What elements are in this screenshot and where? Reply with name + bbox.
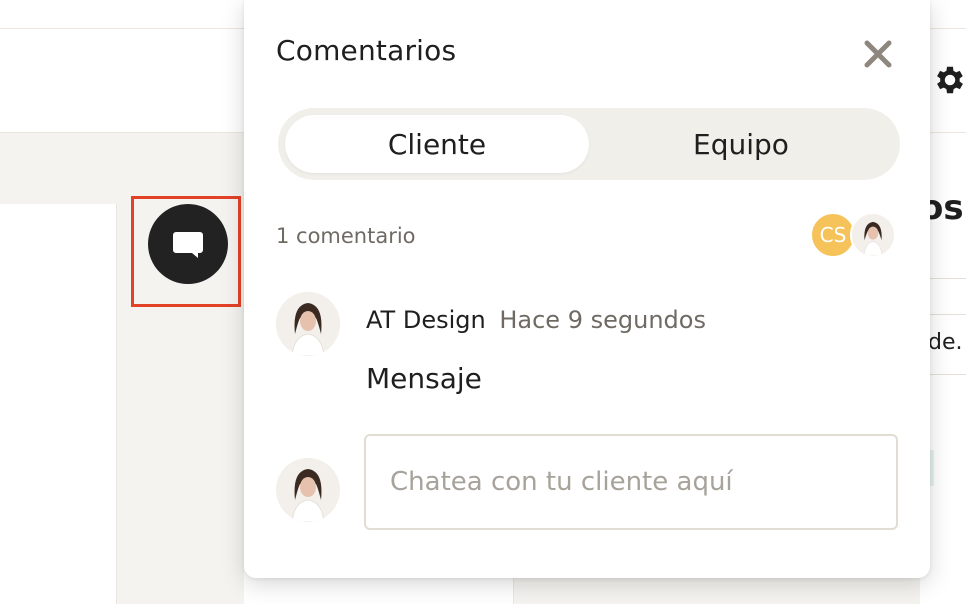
close-button[interactable] bbox=[858, 34, 898, 74]
participants-avatars[interactable]: CS bbox=[810, 212, 900, 260]
tab-equipo[interactable]: Equipo bbox=[589, 115, 893, 173]
comment-author: AT Design bbox=[366, 306, 486, 334]
comment-count: 1 comentario bbox=[276, 224, 416, 248]
popover-title: Comentarios bbox=[276, 34, 457, 67]
user-photo-avatar-icon bbox=[276, 292, 340, 356]
comment-audience-tabs: Cliente Equipo bbox=[278, 108, 900, 180]
comments-popover: Comentarios Cliente Equipo 1 comentario … bbox=[244, 0, 930, 578]
user-photo-avatar-icon bbox=[276, 458, 340, 522]
comment-bubble-icon bbox=[173, 232, 203, 258]
close-icon bbox=[864, 40, 892, 68]
gear-icon[interactable] bbox=[932, 62, 966, 98]
comment-input[interactable] bbox=[364, 434, 898, 530]
comment-trigger-button[interactable] bbox=[148, 204, 228, 284]
comment-body: Mensaje bbox=[366, 362, 482, 395]
tab-cliente[interactable]: Cliente bbox=[285, 115, 589, 173]
sidebar-text-fragment: de. bbox=[928, 330, 963, 355]
comment-timestamp: Hace 9 segundos bbox=[499, 306, 706, 334]
comment-meta: AT Design Hace 9 segundos bbox=[366, 306, 706, 334]
user-photo-avatar-icon bbox=[850, 212, 896, 258]
document-preview bbox=[0, 204, 117, 604]
